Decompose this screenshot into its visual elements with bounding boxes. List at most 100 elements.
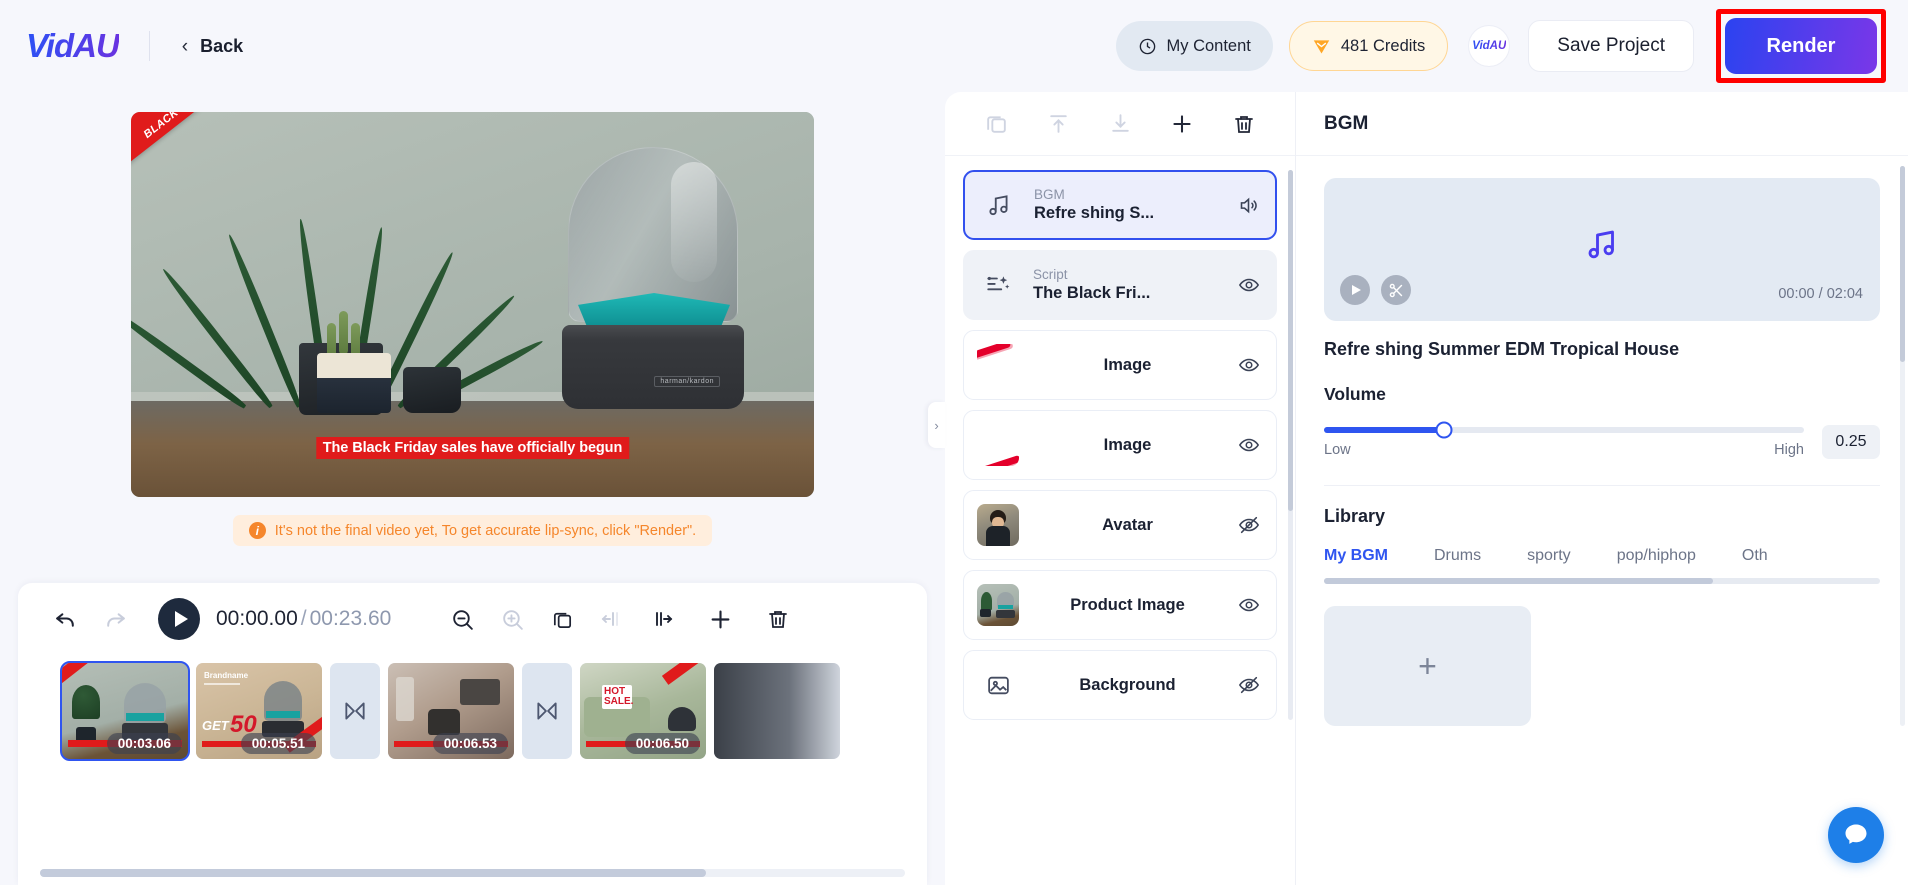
- video-caption: The Black Friday sales have officially b…: [315, 437, 630, 459]
- layer-title: Background: [1079, 675, 1176, 694]
- music-note-icon: [978, 192, 1020, 218]
- volume-low-label: Low: [1324, 441, 1351, 458]
- duplicate-layer-icon[interactable]: [983, 111, 1009, 137]
- timeline-clip[interactable]: Brandname GET 50 00:05.51: [196, 663, 322, 759]
- play-icon: [1352, 285, 1361, 295]
- delete-icon[interactable]: [763, 604, 793, 634]
- layer-item-image[interactable]: Image: [963, 330, 1277, 400]
- eye-off-icon[interactable]: [1236, 674, 1262, 696]
- credits-label: 481 Credits: [1340, 36, 1426, 55]
- bgm-scrollbar[interactable]: [1900, 166, 1905, 726]
- layers-scrollbar[interactable]: [1288, 170, 1293, 720]
- eye-icon[interactable]: [1236, 354, 1262, 376]
- layer-item-product-image[interactable]: Product Image: [963, 570, 1277, 640]
- bgm-track-title: Refre shing Summer EDM Tropical House: [1324, 339, 1680, 359]
- add-icon[interactable]: [705, 604, 735, 634]
- layer-title: The Black Fri...: [1033, 283, 1151, 302]
- redo-icon[interactable]: [100, 604, 130, 634]
- layer-item-script[interactable]: Script The Black Fri...: [963, 250, 1277, 320]
- eye-icon[interactable]: [1236, 594, 1262, 616]
- layer-item-avatar[interactable]: Avatar: [963, 490, 1277, 560]
- back-button[interactable]: ‹ Back: [182, 36, 243, 57]
- vidau-logo[interactable]: VidAU: [26, 27, 120, 65]
- credits-button[interactable]: 481 Credits: [1288, 21, 1449, 71]
- transition-icon[interactable]: [330, 663, 380, 759]
- preview-pot-two-tone: [317, 353, 391, 413]
- add-bgm-button[interactable]: +: [1324, 606, 1531, 726]
- back-label: Back: [200, 35, 244, 56]
- move-up-icon[interactable]: [1045, 111, 1071, 137]
- my-content-button[interactable]: My Content: [1115, 21, 1273, 71]
- bgm-controls: [1340, 275, 1411, 305]
- layer-subtitle: BGM: [1034, 187, 1065, 203]
- volume-value: 0.25: [1822, 425, 1880, 459]
- volume-knob[interactable]: [1435, 421, 1453, 438]
- mini-logo-avatar[interactable]: VidAU: [1468, 25, 1511, 67]
- timeline-clip[interactable]: HOT SALE. 00:06.50: [580, 663, 706, 759]
- transition-icon[interactable]: [522, 663, 572, 759]
- tab-pop-hiphop[interactable]: pop/hiphop: [1617, 547, 1696, 565]
- eye-off-icon[interactable]: [1236, 514, 1262, 536]
- layer-text: BGM Refre shing S...: [1020, 187, 1235, 223]
- bgm-cut-button[interactable]: [1381, 275, 1411, 305]
- volume-track[interactable]: [1324, 421, 1804, 438]
- zoom-in-icon[interactable]: [497, 604, 527, 634]
- volume-icon[interactable]: [1235, 195, 1261, 216]
- tab-drums[interactable]: Drums: [1434, 547, 1481, 565]
- layer-title: Product Image: [1070, 595, 1185, 614]
- volume-slider[interactable]: Low High: [1324, 421, 1804, 458]
- tab-other[interactable]: Oth: [1742, 547, 1768, 565]
- red-slash-mark: [977, 344, 1012, 360]
- layer-title: Image: [1103, 435, 1152, 454]
- timeline-play-button[interactable]: [158, 598, 200, 640]
- timeline-clip[interactable]: 00:03.06: [60, 661, 190, 761]
- chat-support-button[interactable]: [1828, 807, 1884, 863]
- eye-icon[interactable]: [1236, 274, 1262, 296]
- timeline-track[interactable]: 00:03.06 Brandname GET 50 00:05.51 00:06…: [18, 655, 927, 869]
- timeline-clip[interactable]: 00:06.53: [388, 663, 514, 759]
- clip-duration: 00:05.51: [240, 733, 316, 754]
- library-tabs-scrollbar-thumb[interactable]: [1324, 578, 1714, 584]
- bgm-panel: BGM 00:00 / 02:04 Refre shing Summer EDM…: [1295, 92, 1908, 885]
- add-layer-icon[interactable]: [1169, 111, 1195, 137]
- video-preview[interactable]: harman/kardon The Black Friday sales hav…: [131, 112, 814, 497]
- bgm-scrollbar-thumb[interactable]: [1900, 166, 1905, 362]
- eye-icon[interactable]: [1236, 434, 1262, 456]
- library-tabs-scrollbar[interactable]: [1324, 578, 1880, 584]
- layers-scrollbar-thumb[interactable]: [1288, 170, 1293, 511]
- chat-icon: [1845, 824, 1867, 844]
- layer-text: Image: [1019, 356, 1236, 375]
- zoom-out-icon[interactable]: [447, 604, 477, 634]
- volume-range-labels: Low High: [1324, 442, 1804, 458]
- layer-item-image[interactable]: Image: [963, 410, 1277, 480]
- tab-sporty[interactable]: sporty: [1527, 547, 1571, 565]
- timeline-scrollbar-thumb[interactable]: [40, 869, 707, 877]
- save-project-button[interactable]: Save Project: [1528, 20, 1694, 72]
- layer-title: Avatar: [1102, 515, 1153, 534]
- volume-control-row: Low High 0.25: [1324, 421, 1880, 459]
- bgm-preview-card: 00:00 / 02:04: [1324, 178, 1880, 321]
- timeline-clip-partial[interactable]: [714, 663, 840, 759]
- tab-my-bgm[interactable]: My BGM: [1324, 547, 1388, 565]
- duplicate-icon[interactable]: [547, 604, 577, 634]
- editor-left-column: harman/kardon The Black Friday sales hav…: [0, 92, 945, 885]
- panel-collapse-toggle[interactable]: ›: [928, 402, 945, 448]
- timeline-panel: 00:00.00/00:23.60 00:03.06 Brandname GET…: [18, 583, 927, 885]
- delete-layer-icon[interactable]: [1231, 111, 1257, 137]
- timeline-scrollbar[interactable]: [40, 869, 905, 877]
- speaker-brand-label: harman/kardon: [654, 376, 720, 387]
- app-header: VidAU ‹ Back My Content 481 Credits VidA…: [0, 0, 1908, 92]
- split-right-icon[interactable]: [647, 604, 677, 634]
- layers-list[interactable]: BGM Refre shing S... Script The Black Fr…: [945, 156, 1295, 885]
- bgm-panel-body: 00:00 / 02:04 Refre shing Summer EDM Tro…: [1296, 156, 1908, 885]
- bgm-divider: [1324, 485, 1880, 486]
- layer-thumbnail: [977, 344, 1019, 386]
- undo-icon[interactable]: [50, 604, 80, 634]
- layer-item-bgm[interactable]: BGM Refre shing S...: [963, 170, 1277, 240]
- move-down-icon[interactable]: [1107, 111, 1133, 137]
- layer-item-background[interactable]: Background: [963, 650, 1277, 720]
- render-button[interactable]: Render: [1725, 18, 1877, 74]
- split-left-icon[interactable]: [597, 604, 627, 634]
- bgm-play-button[interactable]: [1340, 275, 1370, 305]
- layers-panel: › BGM Refre shing S... Script The Black …: [928, 92, 1295, 885]
